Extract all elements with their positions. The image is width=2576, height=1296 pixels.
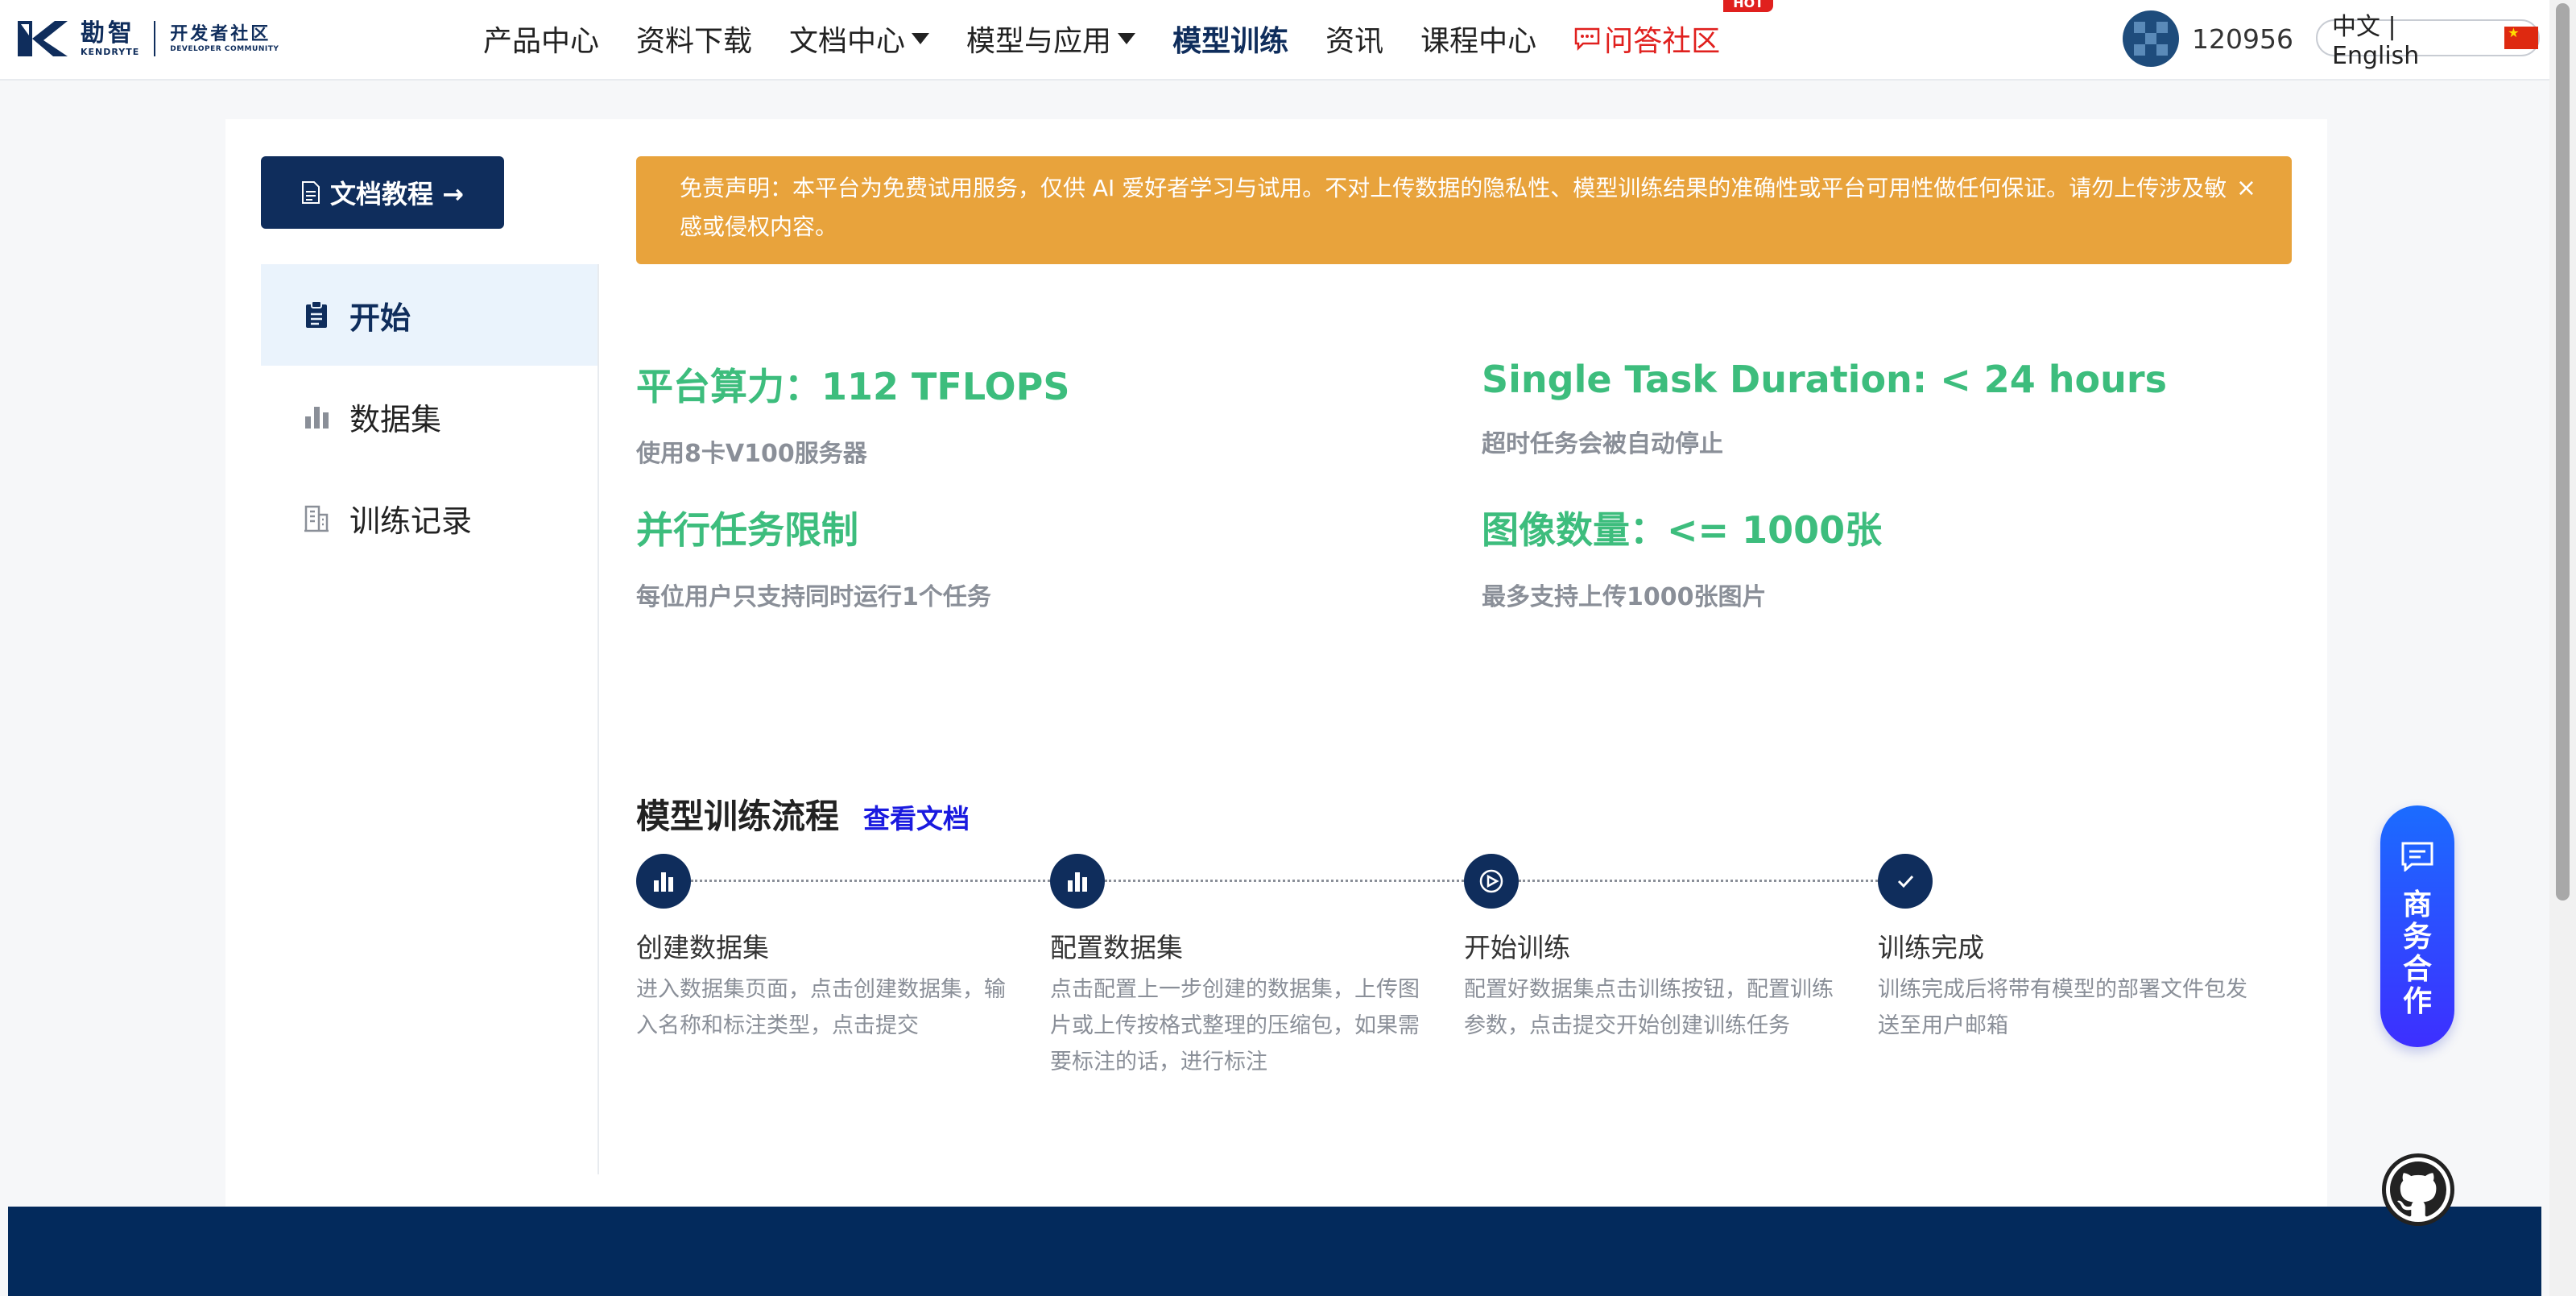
language-label: 中文 | English [2332,12,2420,70]
stat-compute: 平台算力：112 TFLOPS 使用8卡V100服务器 [636,358,1069,469]
github-icon [2390,1161,2446,1217]
nav-downloads[interactable]: 资料下载 [636,18,752,60]
user-menu[interactable]: 120956 [2123,8,2293,69]
kendryte-logo-icon [18,21,68,56]
nav-model-training[interactable]: 模型训练 [1172,18,1288,60]
logo-en: KENDRYTE [81,46,140,57]
step-desc: 配置好数据集点击训练按钮，配置训练参数，点击提交开始创建训练任务 [1464,977,1834,1038]
user-name: 120956 [2192,23,2293,55]
flow-step-training-complete: 训练完成 训练完成后将带有模型的部署文件包发送至用户邮箱 [1878,854,2256,1044]
community-en: DEVELOPER COMMUNITY [170,45,279,53]
sidebar-item-label: 训练记录 [349,503,473,539]
view-docs-link[interactable]: 查看文档 [863,797,970,836]
nav-label: 课程中心 [1420,25,1537,58]
step-title: 配置数据集 [1050,932,1183,963]
bar-chart-icon [1068,872,1087,892]
clipboard-icon [306,300,327,328]
main-nav: 产品中心 资料下载 文档中心 模型与应用 模型训练 资讯 课程中心 问答社区 H… [483,0,1774,77]
step-circle [1464,854,1519,909]
caret-down-icon [1118,33,1136,44]
logo-community: 开发者社区 DEVELOPER COMMUNITY [170,24,279,53]
china-flag-icon [2504,25,2538,49]
business-cooperation-label: 商务合作 [2402,888,2432,1018]
disclaimer-text: 免责声明：本平台为免费试用服务，仅供 AI 爱好者学习与试用。不对上传数据的隐私… [680,175,2227,240]
close-icon[interactable]: × [2236,169,2256,208]
stat-title: 平台算力：112 TFLOPS [636,365,1070,408]
document-icon [302,181,320,204]
page-scrollbar[interactable] [2549,0,2576,1296]
nav-products[interactable]: 产品中心 [483,18,599,60]
step-desc: 点击配置上一步创建的数据集，上传图片或上传按格式整理的压缩包，如果需要标注的话，… [1050,977,1420,1074]
sidebar-item-start[interactable]: 开始 [261,264,597,366]
step-desc: 进入数据集页面，点击创建数据集，输入名称和标注类型，点击提交 [636,977,1006,1038]
nav-label: 资讯 [1325,25,1384,58]
caret-down-icon [912,33,930,44]
stat-image-count: 图像数量：<= 1000张 最多支持上传1000张图片 [1482,501,1882,612]
stat-sub: 超时任务会被自动停止 [1482,430,1723,458]
step-title: 训练完成 [1878,932,1984,963]
bar-chart-icon [305,407,329,429]
sidebar-item-label: 开始 [349,300,411,336]
doc-tutorial-button[interactable]: 文档教程 → [261,156,504,229]
flow-step-configure-dataset: 配置数据集 点击配置上一步创建的数据集，上传图片或上传按格式整理的压缩包，如果需… [1050,854,1429,1080]
stat-duration: Single Task Duration: < 24 hours 超时任务会被自… [1482,358,2167,459]
logo-text: 勘智 KENDRYTE [81,19,140,57]
disclaimer-notice: 免责声明：本平台为免费试用服务，仅供 AI 爱好者学习与试用。不对上传数据的隐私… [636,156,2292,264]
nav-label: 产品中心 [483,25,600,58]
footer [8,1207,2541,1296]
avatar [2123,10,2179,67]
message-icon [2401,842,2433,872]
sidebar: 开始 数据集 训练记录 [261,264,599,1174]
stat-sub: 每位用户只支持同时运行1个任务 [636,583,991,611]
training-flow-header: 模型训练流程 查看文档 [636,789,970,838]
top-header: 勘智 KENDRYTE 开发者社区 DEVELOPER COMMUNITY 产品… [0,0,2549,81]
step-title: 开始训练 [1464,932,1570,963]
step-desc: 训练完成后将带有模型的部署文件包发送至用户邮箱 [1878,977,2247,1038]
nav-label: 模型与应用 [966,25,1112,58]
nav-label: 问答社区 [1604,25,1721,58]
hot-badge: HOT [1723,0,1774,12]
nav-label: 资料下载 [636,25,753,58]
nav-models-apps[interactable]: 模型与应用 [966,18,1136,60]
play-circle-icon [1479,869,1503,893]
stat-sub: 最多支持上传1000张图片 [1482,583,1767,611]
main-card: 文档教程 → 开始 数据集 训练记录 免责声明：本平台为免费试用服务，仅供 AI… [225,119,2327,1207]
scrollbar-thumb[interactable] [2556,3,2570,901]
chat-icon [1574,27,1600,51]
step-circle [636,854,691,909]
sidebar-item-training-records[interactable]: 训练记录 [261,467,597,569]
business-cooperation-button[interactable]: 商务合作 [2380,805,2454,1047]
sidebar-item-label: 数据集 [349,401,442,437]
nav-label: 文档中心 [789,25,906,58]
nav-courses[interactable]: 课程中心 [1420,18,1536,60]
nav-label: 模型训练 [1172,25,1289,58]
check-icon [1897,875,1914,888]
step-circle [1050,854,1105,909]
flow-step-start-training: 开始训练 配置好数据集点击训练按钮，配置训练参数，点击提交开始创建训练任务 [1464,854,1842,1044]
stat-parallel: 并行任务限制 每位用户只支持同时运行1个任务 [636,501,991,612]
sidebar-item-datasets[interactable]: 数据集 [261,366,597,467]
stat-title: 图像数量：<= 1000张 [1482,508,1883,552]
logo-divider [154,21,156,56]
step-circle [1878,854,1933,909]
community-cn: 开发者社区 [170,24,271,44]
stat-sub: 使用8卡V100服务器 [636,440,867,468]
doc-tutorial-label: 文档教程 → [330,179,464,209]
logo-cn: 勘智 [81,19,135,48]
bar-chart-icon [654,872,673,892]
github-button[interactable] [2382,1153,2454,1226]
nav-news[interactable]: 资讯 [1325,18,1383,60]
step-title: 创建数据集 [636,932,769,963]
stat-title: 并行任务限制 [636,508,858,552]
building-icon [304,505,329,532]
nav-qa-community[interactable]: 问答社区 HOT [1573,0,1774,60]
training-flow-title: 模型训练流程 [636,797,840,836]
nav-docs[interactable]: 文档中心 [789,18,930,60]
flow-step-create-dataset: 创建数据集 进入数据集页面，点击创建数据集，输入名称和标注类型，点击提交 [636,854,1015,1044]
site-logo[interactable]: 勘智 KENDRYTE 开发者社区 DEVELOPER COMMUNITY [16,14,279,63]
language-switch[interactable]: 中文 | English [2316,13,2540,70]
stat-title: Single Task Duration: < 24 hours [1482,358,2167,401]
